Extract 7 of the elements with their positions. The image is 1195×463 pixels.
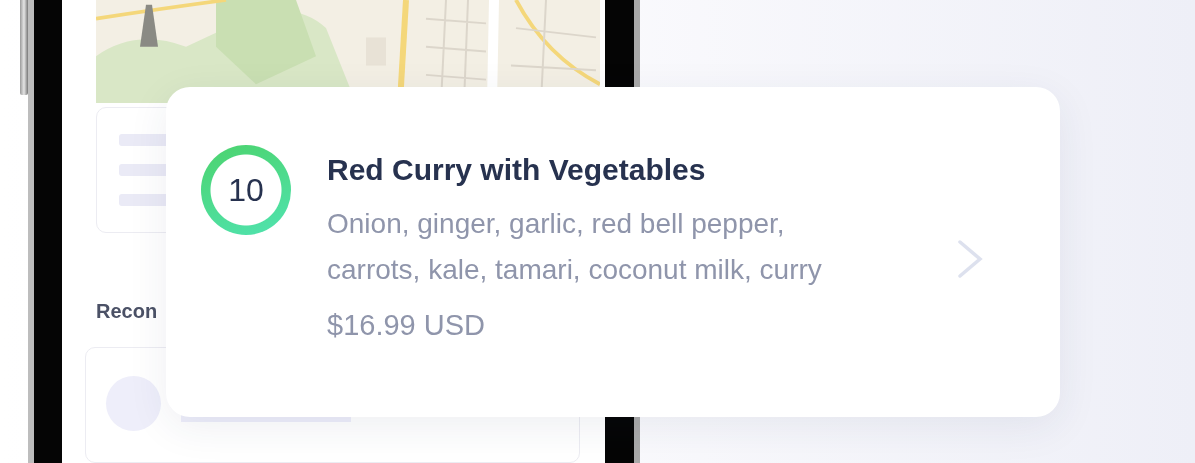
section-heading: Recon bbox=[96, 299, 158, 323]
dish-price: $16.99 USD bbox=[327, 309, 486, 342]
score-badge: 10 bbox=[201, 145, 291, 235]
dish-ingredients: Onion, ginger, garlic, red bell pepper, carrots, kale, tamari, coconut milk, curry bbox=[327, 207, 823, 287]
chevron-right-icon bbox=[957, 239, 983, 279]
dish-card[interactable]: 10 Red Curry with Vegetables Onion, ginger, garlic, red bell pepper, carrots, kale, tamari, coconut milk, curry $16.99 USD bbox=[166, 87, 1060, 417]
dish-title: Red Curry with Vegetables bbox=[327, 153, 707, 187]
